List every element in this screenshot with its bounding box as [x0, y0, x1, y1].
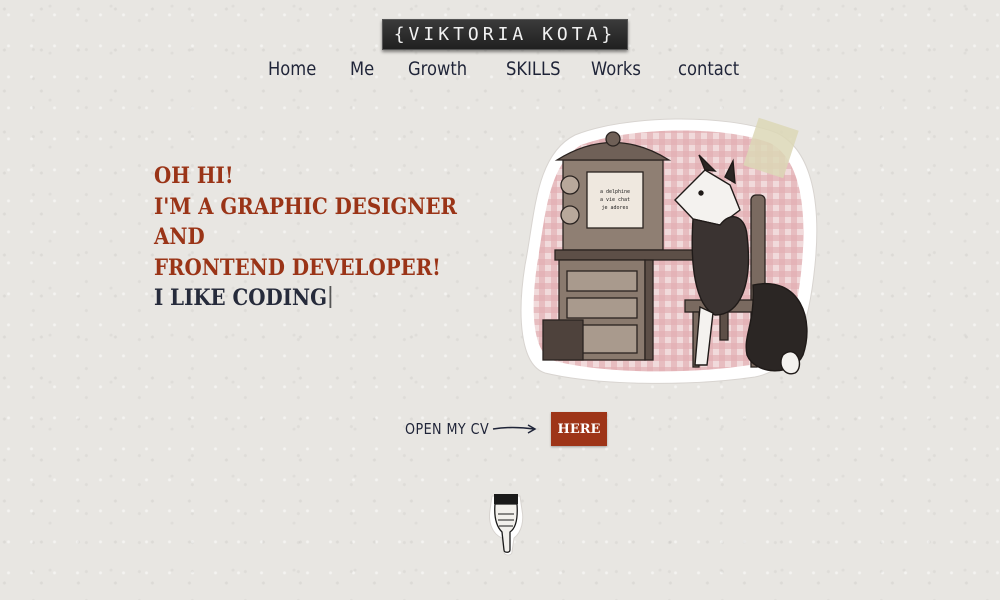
typing-cursor: [329, 286, 332, 308]
hero-line-designer: I'M A GRAPHIC DESIGNER: [154, 193, 458, 220]
arrow-right-icon: [492, 424, 537, 434]
nav-home[interactable]: Home: [268, 58, 316, 80]
nav-skills[interactable]: SKILLS: [506, 58, 560, 80]
open-cv-label: OPEN MY CV: [405, 420, 490, 438]
hero-line-developer: FRONTEND DEVELOPER!: [154, 254, 441, 281]
nav-works[interactable]: Works: [591, 58, 641, 80]
open-cv-button[interactable]: HERE: [551, 412, 607, 446]
nav-contact[interactable]: contact: [678, 58, 739, 80]
hero-line-greeting: OH HI!: [154, 163, 234, 189]
typed-line: I LIKE CODING: [154, 283, 457, 314]
nav-growth[interactable]: Growth: [408, 58, 467, 80]
typed-text: I LIKE CODING: [154, 285, 327, 311]
screen-line-3: je adores: [601, 205, 628, 211]
hero-line-and: AND: [154, 224, 205, 250]
screen-line-1: a delphine: [600, 189, 630, 195]
nav-me[interactable]: Me: [350, 58, 374, 80]
fox-at-computer-illustration: a delphine a vie chat je adores: [520, 117, 818, 384]
pointing-hand-icon[interactable]: [484, 492, 528, 558]
hero-text: OH HI! I'M A GRAPHIC DESIGNER AND FRONTE…: [154, 161, 457, 314]
screen-line-2: a vie chat: [600, 197, 630, 203]
main-nav: Home Me Growth SKILLS Works contact: [0, 58, 1000, 86]
site-logo[interactable]: {VIKTORIA KOTA}: [382, 19, 628, 50]
